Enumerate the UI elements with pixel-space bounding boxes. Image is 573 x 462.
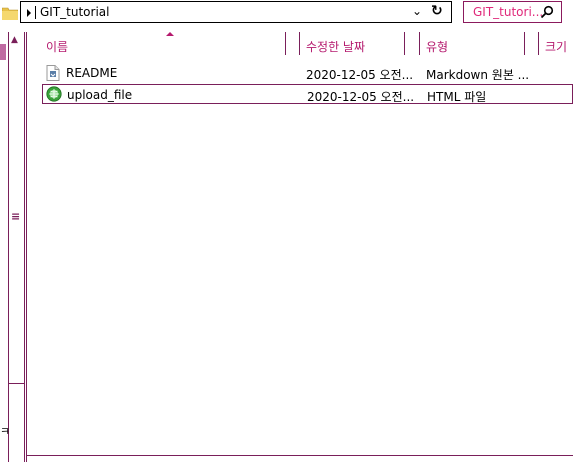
column-header-type[interactable]: 유형 xyxy=(426,38,448,55)
file-date: 2020-12-05 오전... xyxy=(307,90,415,104)
file-name[interactable]: upload_file xyxy=(67,88,132,102)
column-header-row: 이름 수정한 날짜 유형 크기 xyxy=(27,32,573,56)
file-row-selected[interactable]: upload_file 2020-12-05 오전... HTML 파일 xyxy=(42,84,573,104)
file-type: HTML 파일 xyxy=(427,90,487,104)
file-row[interactable]: README 2020-12-05 오전... Markdown 원본 ... xyxy=(42,63,573,83)
search-icon[interactable] xyxy=(540,5,554,19)
column-separator[interactable] xyxy=(299,32,300,55)
nav-label-fragment: ㅋ xyxy=(0,425,11,438)
folder-icon xyxy=(1,6,19,21)
column-separator[interactable] xyxy=(404,32,405,55)
scroll-up-icon[interactable]: ▲ xyxy=(11,35,18,45)
nav-divider xyxy=(8,383,24,384)
file-date: 2020-12-05 오전... xyxy=(306,68,414,82)
column-separator[interactable] xyxy=(524,32,525,55)
navigation-pane[interactable]: ▲ xyxy=(8,32,25,462)
address-bar[interactable]: GIT_tutorial ⌄ ↻ xyxy=(20,1,452,23)
nav-selection-marker xyxy=(0,44,6,60)
column-separator[interactable] xyxy=(285,32,286,55)
search-placeholder[interactable]: GIT_tutori... xyxy=(473,5,543,19)
column-header-size[interactable]: 크기 xyxy=(545,38,567,55)
html-file-icon xyxy=(46,86,62,102)
markdown-file-icon xyxy=(46,65,60,81)
refresh-icon[interactable]: ↻ xyxy=(431,3,443,19)
address-dropdown-icon[interactable]: ⌄ xyxy=(412,4,422,18)
breadcrumb-expand-icon[interactable] xyxy=(25,6,36,19)
search-box[interactable]: GIT_tutori... xyxy=(463,1,562,23)
file-type: Markdown 원본 ... xyxy=(426,68,530,82)
list-bottom-border xyxy=(26,455,573,456)
column-header-date[interactable]: 수정한 날짜 xyxy=(306,38,365,55)
column-separator[interactable] xyxy=(538,32,539,55)
column-header-name[interactable]: 이름 xyxy=(46,38,68,55)
pane-resize-grip-icon[interactable]: ≡ xyxy=(11,210,20,223)
address-path[interactable]: GIT_tutorial xyxy=(40,5,109,19)
column-separator[interactable] xyxy=(419,32,420,55)
file-name[interactable]: README xyxy=(66,66,117,80)
